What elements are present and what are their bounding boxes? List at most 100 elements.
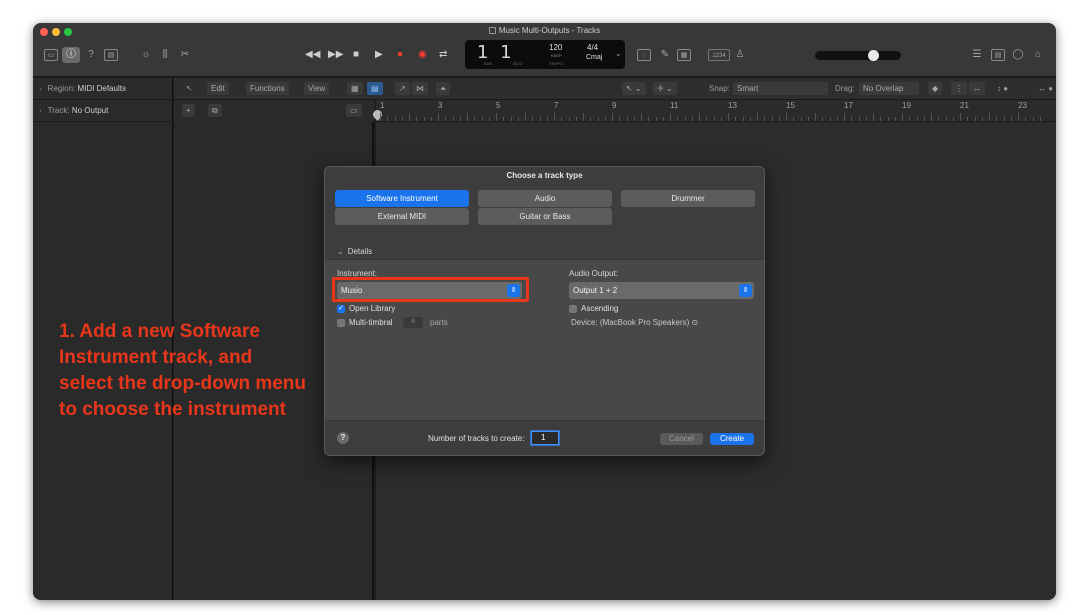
- snap-menu[interactable]: Smart: [733, 82, 828, 95]
- drag-menu[interactable]: No Overlap: [859, 82, 919, 95]
- ruler-tick: [909, 117, 911, 121]
- details-disclosure[interactable]: ⌄ Details: [337, 247, 372, 256]
- lcd-display[interactable]: 1 1 BAR BEAT 120 KEEP TEMPO 4/4 Cmaj ⌄: [465, 40, 625, 69]
- parts-field[interactable]: 8: [403, 317, 423, 328]
- drummer-button[interactable]: Drummer: [621, 190, 755, 207]
- count-in-button[interactable]: 1234: [708, 49, 730, 61]
- software-instrument-button[interactable]: Software Instrument: [335, 190, 469, 207]
- open-library-checkbox[interactable]: ✓: [337, 305, 345, 313]
- media-icon[interactable]: ▤: [104, 49, 118, 61]
- multi-timbral-checkbox[interactable]: [337, 319, 345, 327]
- waveform-zoom-icon[interactable]: ⋮: [951, 82, 967, 95]
- ruler-tick: [380, 113, 381, 121]
- ruler-tick: [597, 117, 599, 121]
- forward-button[interactable]: ▶▶: [328, 49, 343, 61]
- master-volume-knob[interactable]: [868, 50, 879, 61]
- guitar-or-bass-button[interactable]: Guitar or Bass: [478, 208, 612, 225]
- brightness-icon[interactable]: ☼: [139, 49, 153, 61]
- ruler-tick: [532, 117, 534, 121]
- loop-browser-icon[interactable]: ◯: [1011, 49, 1025, 61]
- ruler-tick: [720, 117, 722, 121]
- snap-label: Snap:: [709, 84, 730, 93]
- scissors-icon[interactable]: ✂: [178, 49, 192, 61]
- ruler-tick: [996, 117, 998, 121]
- external-midi-button[interactable]: External MIDI: [335, 208, 469, 225]
- ruler-tick: [952, 117, 954, 121]
- ruler-tick: [662, 117, 664, 121]
- mixer-icon[interactable]: ⫼: [158, 49, 172, 61]
- rewind-button[interactable]: ◀◀: [305, 49, 320, 61]
- note-pad-icon[interactable]: ▤: [991, 49, 1005, 61]
- view-menu[interactable]: View: [304, 82, 330, 95]
- info-icon[interactable]: ⓘ: [62, 47, 80, 63]
- master-volume-slider[interactable]: [815, 51, 901, 60]
- play-button[interactable]: ▶: [375, 49, 383, 61]
- ruler-tick: [902, 113, 903, 121]
- ruler-bar-label: 19: [902, 101, 911, 110]
- global-tracks-icon[interactable]: ▭: [346, 104, 362, 117]
- grid-view-icon[interactable]: ▦: [347, 82, 363, 95]
- metronome-box-icon[interactable]: ▦: [677, 49, 691, 61]
- help-button[interactable]: ?: [337, 432, 349, 444]
- pointer-icon[interactable]: ↖: [186, 82, 193, 96]
- ruler-tick: [445, 117, 447, 121]
- ruler-tick: [1018, 113, 1019, 121]
- edit-menu[interactable]: Edit: [207, 82, 229, 95]
- vertical-zoom-icon[interactable]: ↕ ●: [997, 82, 1008, 96]
- ruler-tick: [960, 113, 961, 121]
- fit-icon[interactable]: ↔: [969, 82, 985, 95]
- inspector-region-row[interactable]: › Region: MIDI Defaults: [33, 78, 173, 100]
- horizontal-zoom-icon[interactable]: ↔ ●: [1038, 82, 1053, 96]
- cycle-button[interactable]: ⇄: [439, 49, 447, 61]
- titlebar: Music Multi-Outputs - Tracks ▭ ⓘ ? ▤ ☼ ⫼…: [33, 23, 1056, 77]
- ruler-tick: [873, 113, 874, 121]
- inspector-track-row[interactable]: › Track: No Output: [33, 100, 173, 122]
- ruler-tick: [409, 113, 410, 121]
- ruler-tick: [880, 117, 882, 121]
- bar-ruler[interactable]: 1 3 5 7 9 11 13 15 17 19 21 23: [371, 100, 1056, 122]
- create-button[interactable]: Create: [710, 433, 754, 445]
- audio-button[interactable]: Audio: [478, 190, 612, 207]
- duplicate-track-icon[interactable]: ⧉: [208, 104, 222, 117]
- tracks-count-input[interactable]: 1: [531, 431, 559, 445]
- audio-output-popup[interactable]: Output 1 + 2 ⇕: [569, 282, 754, 299]
- ruler-tick: [793, 117, 795, 121]
- metronome-icon[interactable]: ♙: [733, 49, 747, 61]
- chevron-down-icon: ⌄: [337, 247, 344, 256]
- library-icon[interactable]: ▭: [44, 49, 58, 61]
- arrow-right-circle-icon[interactable]: ⊙: [692, 318, 699, 327]
- zoom-horizontal-icon[interactable]: ◆: [928, 82, 943, 95]
- track-view-icon[interactable]: ▤: [367, 82, 383, 95]
- record-button[interactable]: ●: [397, 49, 403, 61]
- pointer-tool-menu[interactable]: ↖ ⌄: [622, 82, 646, 95]
- help-icon[interactable]: ?: [84, 49, 98, 61]
- secondary-tool-menu[interactable]: ✛ ⌄: [653, 82, 677, 95]
- add-track-icon[interactable]: +: [182, 104, 195, 117]
- automation-icon[interactable]: ⏶: [436, 82, 451, 95]
- browser-icon[interactable]: ⌂: [1031, 49, 1045, 61]
- cancel-button[interactable]: Cancel: [660, 433, 703, 445]
- lcd-chevron-icon[interactable]: ⌄: [615, 49, 622, 58]
- ruler-tick: [546, 117, 548, 121]
- pencil-icon[interactable]: ✎: [658, 49, 672, 61]
- flex-icon[interactable]: ⋈: [412, 82, 428, 95]
- catch-icon[interactable]: ↗: [395, 82, 410, 95]
- tempo-value: 120: [549, 43, 563, 52]
- ruler-bar-label: 5: [496, 101, 501, 110]
- window-title: Music Multi-Outputs - Tracks: [33, 26, 1056, 35]
- ascending-checkbox[interactable]: [569, 305, 577, 313]
- ruler-tick: [728, 113, 729, 121]
- chevron-right-icon: ›: [39, 106, 42, 115]
- ruler-tick: [641, 113, 642, 121]
- functions-menu[interactable]: Functions: [246, 82, 289, 95]
- ruler-bar-label: 1: [380, 101, 385, 110]
- tuner-icon[interactable]: ◌: [637, 49, 651, 61]
- ruler-tick: [655, 117, 657, 121]
- replace-record-button[interactable]: ◉: [418, 49, 427, 61]
- list-icon[interactable]: ☰: [970, 49, 984, 61]
- playhead-position: 1 1: [477, 42, 515, 63]
- tutorial-annotation: 1. Add a new Software Instrument track, …: [59, 321, 307, 420]
- chevron-right-icon: ›: [39, 84, 42, 93]
- ruler-tick: [858, 117, 860, 121]
- stop-button[interactable]: ■: [353, 49, 359, 61]
